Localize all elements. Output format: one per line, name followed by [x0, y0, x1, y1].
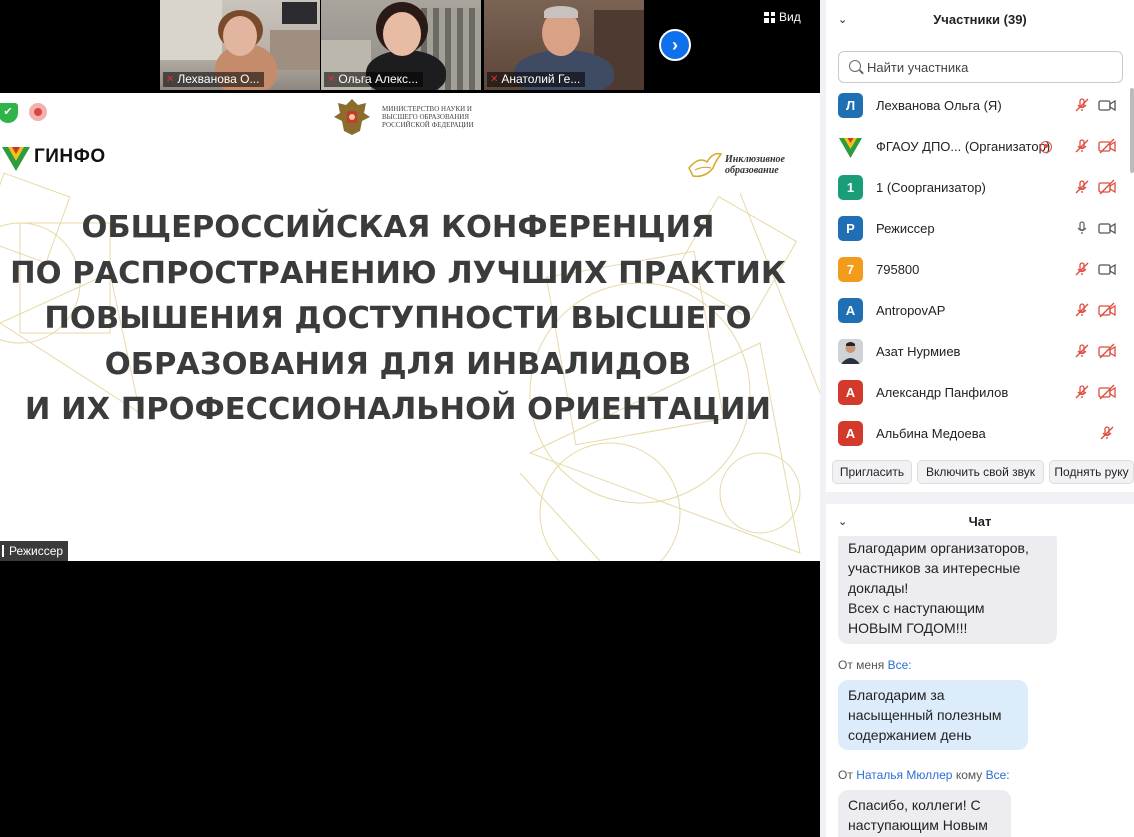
video-thumbnail[interactable]: ✕ Ольга Алекс...	[321, 0, 481, 90]
participant-name-tag: ✕ Ольга Алекс...	[324, 72, 424, 87]
mic-muted-icon[interactable]	[1074, 97, 1090, 113]
recording-status-icon	[1040, 140, 1052, 153]
avatar: 7	[838, 257, 863, 282]
mic-muted-icon[interactable]	[1074, 261, 1090, 277]
ginfo-logo: ГИНФО	[0, 141, 106, 173]
chat-messages: Благодарим организаторов, участников за …	[826, 536, 1134, 837]
avatar: Р	[838, 216, 863, 241]
mic-on-icon[interactable]	[1074, 220, 1090, 236]
recording-icon[interactable]	[29, 103, 47, 121]
camera-off-icon[interactable]	[1098, 384, 1116, 400]
avatar: A	[838, 298, 863, 323]
ministry-logo: МИНИСТЕРСТВО НАУКИ И ВЫСШЕГО ОБРАЗОВАНИЯ…	[330, 95, 492, 139]
chat-message-meta: От меня Все:	[838, 658, 912, 672]
camera-off-icon[interactable]	[1098, 302, 1116, 318]
inclusive-education-logo: Инклюзивное образование	[687, 148, 795, 182]
mic-muted-icon[interactable]	[1074, 138, 1090, 154]
mic-muted-icon[interactable]	[1074, 343, 1090, 359]
chat-message: Благодарим за насыщенный полезным содерж…	[838, 680, 1028, 750]
chevron-down-icon[interactable]: ⌄	[838, 515, 847, 528]
avatar-photo	[838, 339, 863, 364]
participant-row[interactable]: А Альбина Медоева	[826, 413, 1134, 454]
eagle-emblem-icon	[334, 99, 370, 135]
shared-slide: ✔ МИНИСТЕРСТВО НАУКИ И ВЫСШЕГО ОБРАЗОВАН…	[0, 93, 820, 561]
view-button[interactable]: Вид	[764, 7, 801, 27]
participants-header: ⌄ Участники (39)	[838, 11, 1027, 27]
grid-view-icon	[764, 11, 775, 23]
participant-row[interactable]: Р Режиссер	[826, 208, 1134, 249]
participant-row[interactable]: А Александр Панфилов	[826, 372, 1134, 413]
participant-row[interactable]: 7 795800	[826, 249, 1134, 290]
search-icon	[849, 60, 861, 72]
mic-off-icon: ✕	[327, 74, 336, 85]
avatar: 1	[838, 175, 863, 200]
camera-on-icon[interactable]	[1098, 220, 1116, 236]
avatar: Л	[838, 93, 863, 118]
camera-on-icon[interactable]	[1098, 97, 1116, 113]
camera-off-icon[interactable]	[1098, 179, 1116, 195]
speaker-name-tag: Режиссер	[0, 541, 69, 561]
participant-row[interactable]: Л Лехванова Ольга (Я)	[826, 85, 1134, 126]
unmute-button[interactable]: Включить свой звук	[917, 460, 1044, 484]
audio-level-icon	[2, 545, 4, 557]
avatar: А	[838, 421, 863, 446]
mic-muted-icon[interactable]	[1074, 179, 1090, 195]
meeting-area: ✕ Лехванова О... ✕ Ольга Алекс... ✕ Анатоли…	[0, 0, 820, 837]
next-page-button[interactable]: ›	[659, 29, 691, 61]
participant-row[interactable]: Азат Нурмиев	[826, 331, 1134, 372]
participant-name-tag: ✕ Лехванова О...	[163, 72, 265, 87]
side-panel: ⌄ Участники (39) Найти участника Л Лехва…	[820, 0, 1134, 837]
mic-muted-icon[interactable]	[1074, 384, 1090, 400]
participant-name-tag: ✕ Анатолий Ге...	[487, 72, 586, 87]
camera-on-icon[interactable]	[1098, 261, 1116, 277]
invite-button[interactable]: Пригласить	[832, 460, 912, 484]
dove-logo-icon	[688, 152, 723, 178]
mic-muted-icon[interactable]	[1098, 425, 1116, 441]
slide-title: ОБЩЕРОССИЙСКАЯ КОНФЕРЕНЦИЯ ПО РАСПРОСТРА…	[10, 210, 786, 427]
mic-off-icon: ✕	[490, 74, 499, 85]
video-thumbnail[interactable]: ✕ Лехванова О...	[160, 0, 320, 90]
ginfo-avatar-icon	[839, 138, 862, 158]
participant-row[interactable]: A AntropovAP	[826, 290, 1134, 331]
chat-header: ⌄ Чат	[838, 513, 992, 529]
chevron-right-icon: ›	[672, 34, 678, 55]
participant-list-scrollbar[interactable]	[1130, 88, 1134, 173]
camera-off-icon[interactable]	[1098, 343, 1116, 359]
mic-off-icon: ✕	[166, 74, 175, 85]
participant-row[interactable]: ФГАОУ ДПО... (Организатор)	[826, 126, 1134, 167]
ginfo-logo-icon	[2, 147, 30, 171]
camera-off-icon[interactable]	[1098, 138, 1116, 154]
chevron-down-icon[interactable]: ⌄	[838, 13, 847, 26]
video-thumbnail[interactable]: ✕ Анатолий Ге...	[484, 0, 644, 90]
raise-hand-button[interactable]: Поднять руку	[1049, 460, 1134, 484]
participant-row[interactable]: 1 1 (Соорганизатор)	[826, 167, 1134, 208]
participant-search-input[interactable]: Найти участника	[838, 51, 1123, 83]
chat-message: Благодарим организаторов, участников за …	[838, 536, 1057, 644]
mic-muted-icon[interactable]	[1074, 302, 1090, 318]
chat-message-meta: От Наталья Мюллер кому Все:	[838, 768, 1010, 782]
zoom-window: ✕ Лехванова О... ✕ Ольга Алекс... ✕ Анатоли…	[0, 0, 1134, 837]
chat-message: Спасибо, коллеги! С наступающим Новым	[838, 790, 1011, 837]
avatar: А	[838, 380, 863, 405]
participant-list: Л Лехванова Ольга (Я) ФГАОУ ДПО... (Орга…	[826, 85, 1134, 454]
